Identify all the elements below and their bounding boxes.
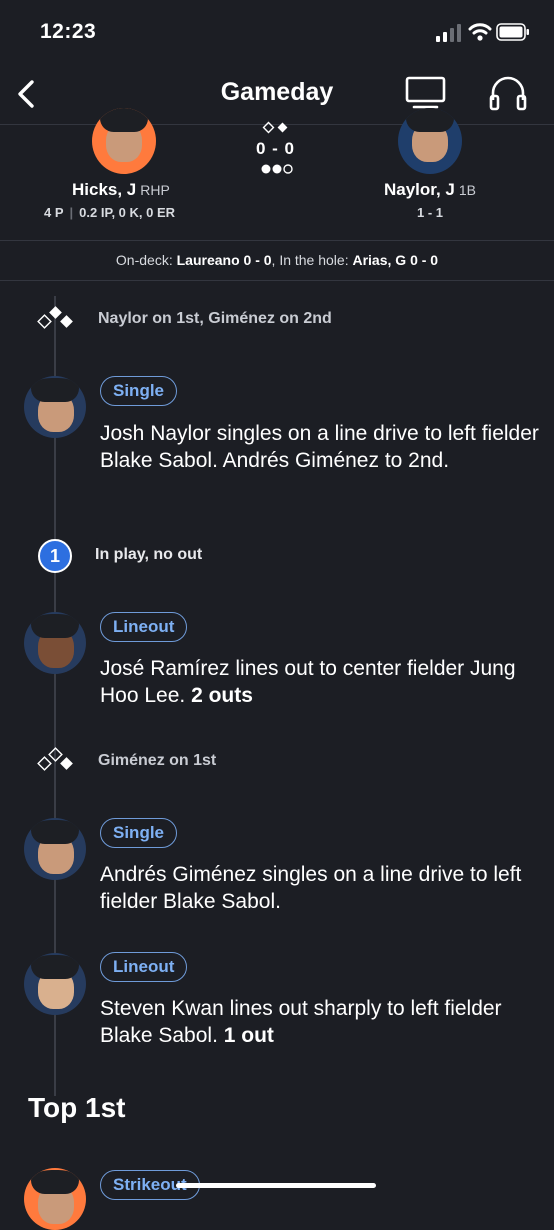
divider [0,280,554,281]
play-description[interactable]: José Ramírez lines out to center fielder… [100,655,540,709]
batter-position: 1B [458,182,476,198]
play-description[interactable]: Andrés Giménez singles on a line drive t… [100,861,540,915]
pitcher-avatar[interactable] [92,108,156,174]
cellular-signal-icon [436,24,461,42]
outs-indicator [261,164,293,174]
outs-count: 2 outs [191,684,253,707]
play-result-badge[interactable]: Lineout [100,952,188,982]
headphones-icon[interactable] [488,74,528,112]
base-diamond-icon [37,747,73,771]
inning-header: Top 1st [28,1092,126,1123]
player-avatar[interactable] [24,1168,86,1230]
pitcher-stats: 4 P | 0.2 IP, 0 K, 0 ER [44,205,176,220]
base-runners-text: Naylor on 1st, Giménez on 2nd [98,310,332,327]
divider [0,240,554,241]
player-avatar[interactable] [24,818,86,880]
page-title: Gameday [220,78,334,106]
play-description[interactable]: Steven Kwan lines out sharply to left fi… [100,995,540,1049]
batter-stats: 1 - 1 [417,205,444,220]
on-deck-bar: On-deck: Laureano 0 - 0, In the hole: Ar… [115,252,439,268]
base-diamond-icon [37,306,73,329]
play-result-badge[interactable]: Single [100,818,178,848]
outs-count: 1 out [223,1024,274,1047]
play-result-badge[interactable]: Lineout [100,612,188,642]
play-description[interactable]: Josh Naylor singles on a line drive to l… [100,420,540,474]
player-avatar[interactable] [24,953,86,1015]
batter-avatar[interactable] [398,108,462,174]
tv-icon[interactable] [404,76,448,110]
player-avatar[interactable] [24,612,86,674]
pitcher-name[interactable]: Hicks, J RHP [72,180,170,200]
base-runners-text: Giménez on 1st [98,752,217,769]
wifi-icon [468,23,492,41]
pitch-number-badge: 1 [38,539,72,573]
score: 0 - 0 [256,139,296,158]
pitcher-position: RHP [140,182,170,198]
battery-icon [496,23,529,41]
batter-name[interactable]: Naylor, J 1B [384,180,476,200]
status-time: 12:23 [40,20,97,43]
play-result-badge[interactable]: Single [100,376,178,406]
player-avatar[interactable] [24,376,86,438]
base-runners-icon [262,121,288,134]
pitch-result-text: In play, no out [95,546,203,563]
home-indicator[interactable] [176,1183,376,1188]
